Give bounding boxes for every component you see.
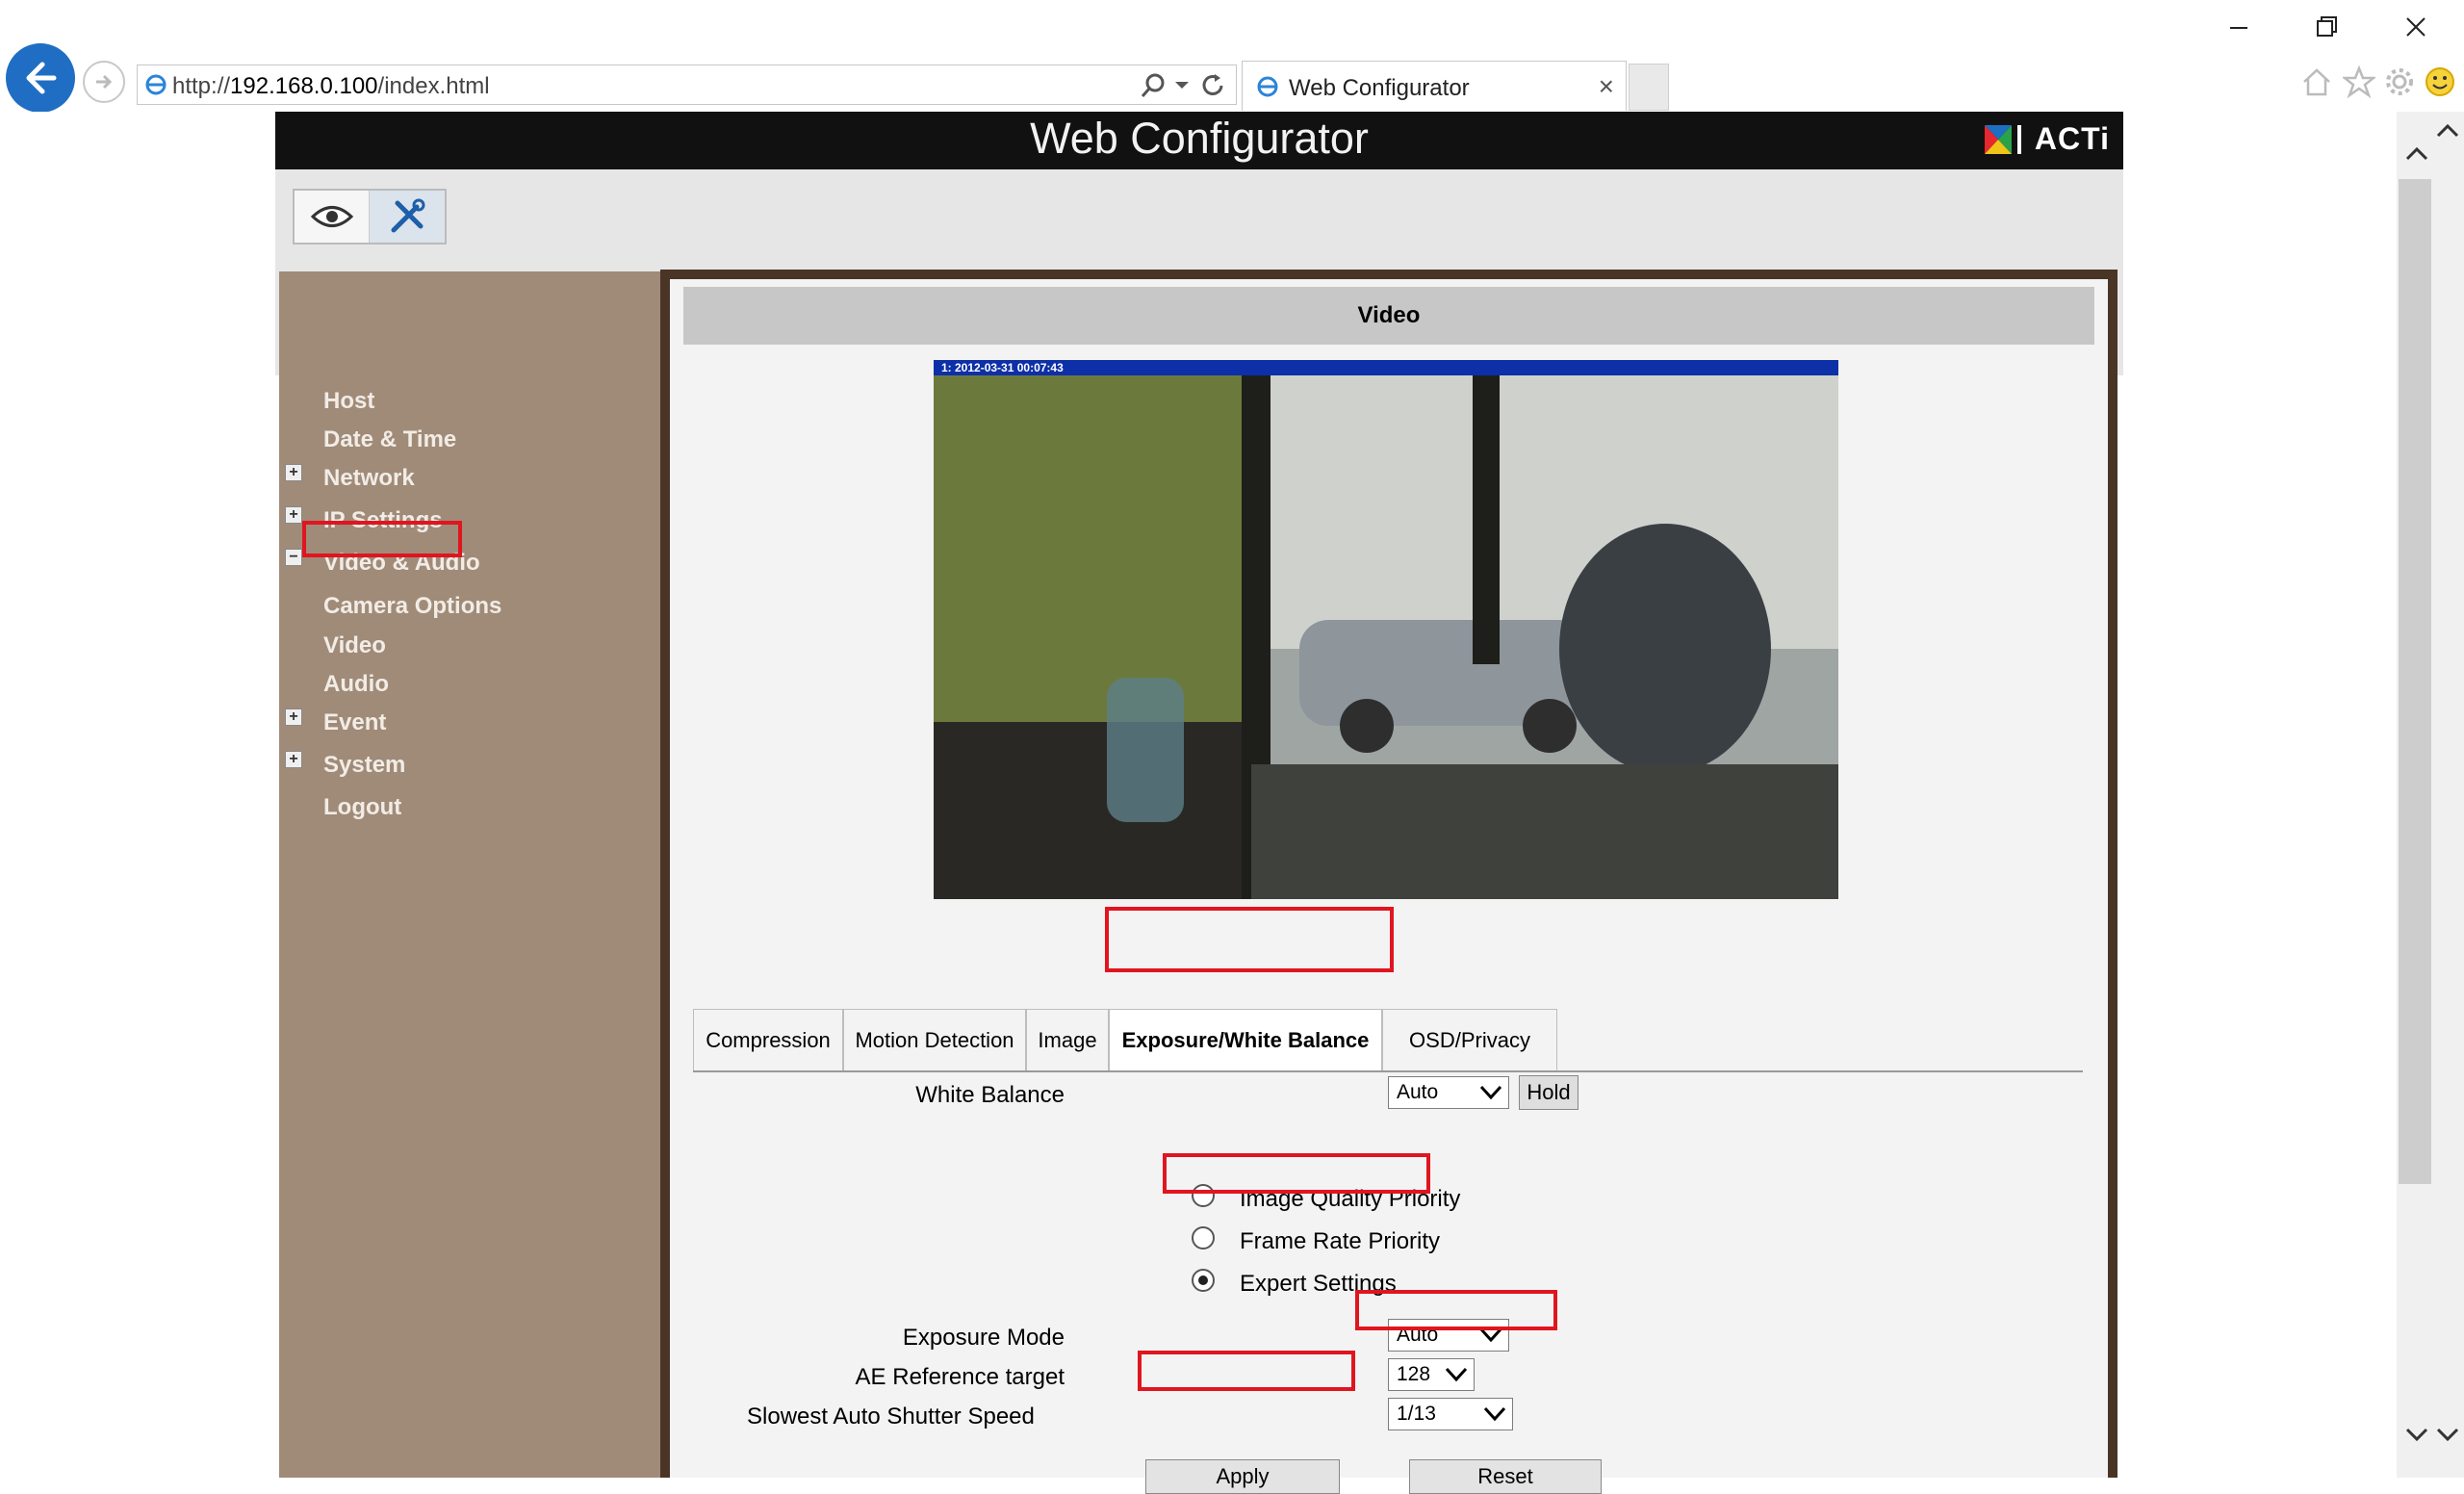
sidebar-item-event[interactable]: Event — [323, 709, 386, 736]
live-video-preview[interactable]: 1: 2012-03-31 00:07:43 — [934, 360, 1838, 899]
expand-network-icon[interactable]: + — [285, 464, 302, 481]
gear-icon[interactable] — [2383, 65, 2416, 98]
sidebar-item-network[interactable]: Network — [323, 465, 415, 492]
sidebar-nav: Host Date & Time + Network + IP Settings… — [279, 271, 660, 1478]
radio-frame-rate-priority[interactable] — [1192, 1226, 1215, 1249]
collapse-video-audio-icon[interactable]: − — [285, 549, 302, 566]
app-header: Web Configurator ACTi — [275, 112, 2123, 169]
new-tab-button[interactable] — [1629, 64, 1669, 111]
sidebar-item-audio[interactable]: Audio — [323, 671, 389, 698]
back-button[interactable] — [6, 43, 75, 113]
vertical-scrollbar[interactable] — [2397, 112, 2464, 1478]
acti-logo-text: ACTi — [2034, 121, 2110, 156]
eye-icon — [310, 206, 353, 227]
white-balance-select[interactable]: Auto — [1388, 1076, 1509, 1109]
chevron-down-icon — [1483, 1406, 1506, 1422]
tools-icon — [391, 198, 425, 233]
ie-page-icon — [145, 74, 167, 95]
search-icon[interactable] — [1139, 71, 1168, 100]
sidebar-item-camera-options[interactable]: Camera Options — [323, 593, 501, 620]
chevron-down-icon — [1479, 1085, 1502, 1100]
expand-ip-settings-icon[interactable]: + — [285, 506, 302, 524]
mode-switch — [293, 189, 447, 245]
image-quality-priority-label: Image Quality Priority — [1240, 1186, 1461, 1212]
browser-chrome: http://192.168.0.100/index.html Web Conf… — [0, 0, 2464, 113]
sidebar-item-host[interactable]: Host — [323, 388, 374, 415]
setup-button[interactable] — [370, 191, 445, 243]
radio-expert-settings[interactable] — [1192, 1269, 1215, 1292]
forward-button[interactable] — [83, 61, 125, 103]
chevron-down-icon — [1479, 1327, 1502, 1343]
tab-title: Web Configurator — [1289, 75, 1470, 101]
frame-rate-priority-label: Frame Rate Priority — [1240, 1228, 1441, 1254]
sidebar-item-ip-settings[interactable]: IP Settings — [323, 507, 443, 534]
sidebar-item-video[interactable]: Video — [323, 632, 386, 659]
home-icon[interactable] — [2300, 65, 2333, 98]
close-window-button[interactable] — [2387, 8, 2445, 46]
restore-icon — [2317, 16, 2337, 37]
arrow-right-icon — [96, 74, 113, 90]
ae-reference-select[interactable]: 128 — [1388, 1358, 1475, 1391]
live-view-button[interactable] — [295, 191, 370, 243]
tab-motion-detection[interactable]: Motion Detection — [843, 1009, 1026, 1070]
tab-image[interactable]: Image — [1026, 1009, 1109, 1070]
acti-logo-icon — [1984, 124, 2021, 154]
refresh-icon[interactable] — [1198, 71, 1227, 100]
ae-reference-value: 128 — [1397, 1363, 1431, 1385]
ie-page-icon — [1257, 76, 1278, 97]
exposure-mode-value: Auto — [1397, 1324, 1439, 1346]
sidebar-item-video-audio[interactable]: Video & Audio — [323, 550, 480, 577]
restore-button[interactable] — [2298, 8, 2356, 46]
minimize-button[interactable] — [2210, 8, 2268, 46]
white-balance-label: White Balance — [915, 1082, 1065, 1108]
close-icon — [2406, 17, 2426, 37]
hold-button[interactable]: Hold — [1519, 1075, 1578, 1110]
scroll-up-outer-icon[interactable] — [2435, 121, 2460, 141]
white-balance-value: Auto — [1397, 1081, 1439, 1103]
shutter-speed-select[interactable]: 1/13 — [1388, 1398, 1513, 1430]
exposure-mode-label: Exposure Mode — [902, 1325, 1065, 1351]
expand-system-icon[interactable]: + — [285, 751, 302, 768]
dropdown-arrow-icon[interactable] — [1173, 77, 1191, 94]
scrollbar-thumb[interactable] — [2399, 179, 2431, 1184]
exposure-mode-select[interactable]: Auto — [1388, 1319, 1509, 1352]
address-bar[interactable]: http://192.168.0.100/index.html — [137, 64, 1237, 105]
shutter-speed-value: 1/13 — [1397, 1403, 1436, 1425]
sidebar-item-date-time[interactable]: Date & Time — [323, 426, 456, 453]
section-title: Video — [683, 287, 2094, 345]
expand-event-icon[interactable]: + — [285, 708, 302, 726]
scroll-up-icon[interactable] — [2404, 144, 2429, 164]
video-timestamp-overlay: 1: 2012-03-31 00:07:43 — [934, 360, 1838, 375]
radio-image-quality-priority[interactable] — [1192, 1184, 1215, 1207]
content-panel: Video 1: 2012-03-31 00:07:43 Compression… — [670, 279, 2108, 1494]
expert-settings-label: Expert Settings — [1240, 1271, 1397, 1297]
tab-osd-privacy-mask[interactable]: OSD/Privacy Mask — [1382, 1009, 1557, 1114]
ae-reference-label: AE Reference target — [855, 1364, 1065, 1390]
app-title: Web Configurator — [1030, 114, 1369, 163]
acti-logo: ACTi — [1984, 121, 2110, 157]
minimize-icon — [2230, 27, 2247, 29]
smiley-feedback-icon[interactable] — [2424, 65, 2456, 98]
sidebar-item-logout[interactable]: Logout — [323, 794, 401, 821]
content-frame: Video 1: 2012-03-31 00:07:43 Compression… — [660, 270, 2118, 1494]
camera-image — [934, 360, 1838, 899]
chevron-down-icon — [1445, 1367, 1468, 1382]
tab-compression[interactable]: Compression — [693, 1009, 843, 1070]
scroll-down-outer-icon[interactable] — [2435, 1425, 2460, 1444]
sidebar-item-system[interactable]: System — [323, 752, 405, 779]
shutter-speed-label: Slowest Auto Shutter Speed — [747, 1404, 1035, 1430]
page-viewport: Web Configurator ACTi Host Date & Time + — [0, 112, 2397, 1494]
video-settings-tabs: Compression Motion Detection Image Expos… — [693, 1009, 2083, 1114]
apply-button[interactable]: Apply — [1145, 1459, 1340, 1494]
tab-web-configurator[interactable]: Web Configurator × — [1242, 61, 1627, 111]
favorites-star-icon[interactable] — [2343, 65, 2375, 98]
scroll-down-icon[interactable] — [2404, 1425, 2429, 1444]
reset-button[interactable]: Reset — [1409, 1459, 1602, 1494]
tab-exposure-white-balance[interactable]: Exposure/White Balance — [1109, 1009, 1382, 1070]
address-url: http://192.168.0.100/index.html — [172, 73, 490, 99]
tab-close-icon[interactable]: × — [1599, 71, 1614, 102]
arrow-left-icon — [26, 62, 57, 94]
